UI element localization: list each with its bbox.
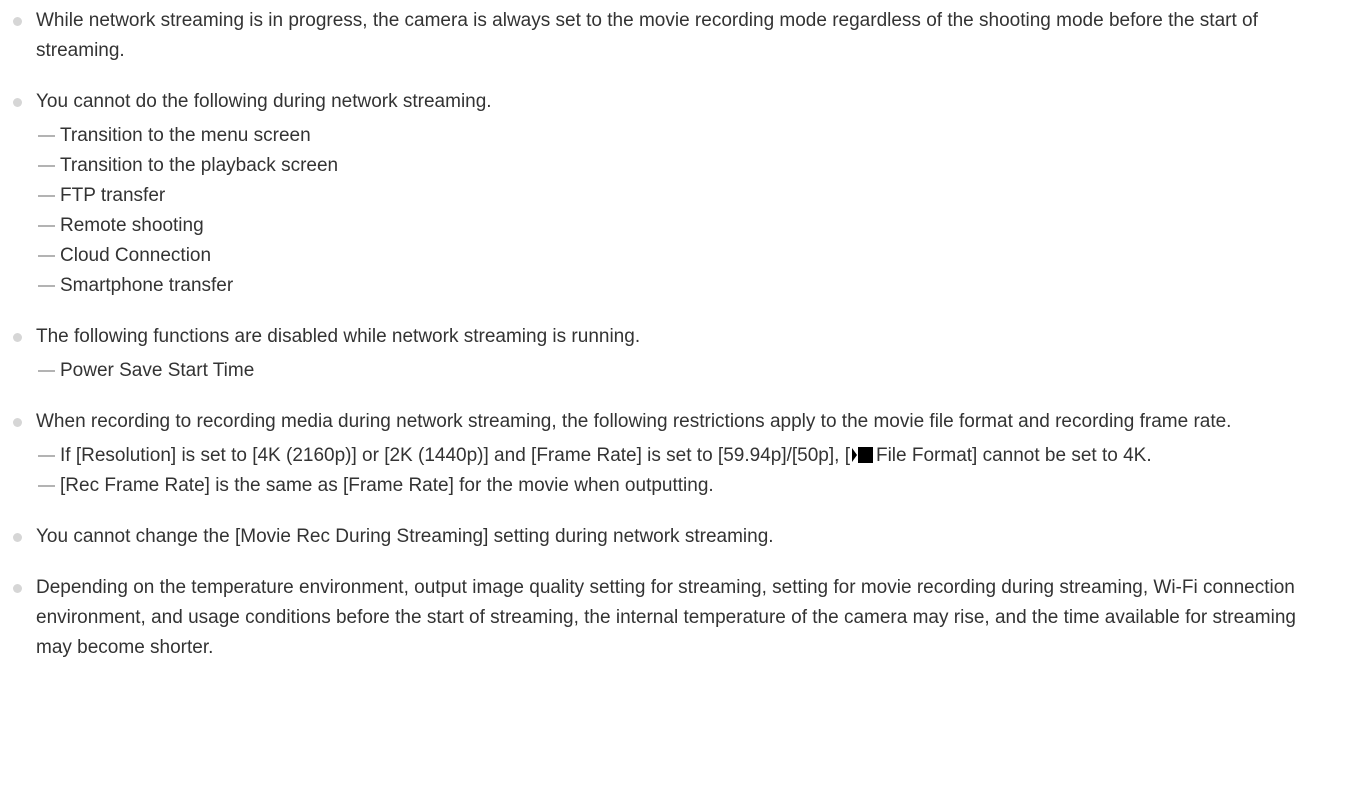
dash-icon bbox=[38, 195, 55, 197]
sub-text: Transition to the playback screen bbox=[60, 155, 339, 176]
sub-list: If [Resolution] is set to [4K (2160p)] o… bbox=[36, 441, 1337, 501]
note-item: You cannot change the [Movie Rec During … bbox=[0, 522, 1351, 552]
sub-list: Power Save Start Time bbox=[36, 356, 1337, 386]
note-text: You cannot do the following during netwo… bbox=[36, 91, 492, 112]
sub-text-after: File Format] cannot be set to 4K. bbox=[875, 445, 1152, 466]
dash-icon bbox=[38, 165, 55, 167]
sub-item: Power Save Start Time bbox=[36, 356, 1337, 386]
bullet-icon bbox=[13, 418, 22, 427]
sub-text: Power Save Start Time bbox=[60, 360, 255, 381]
dash-icon bbox=[38, 455, 55, 457]
note-item: Depending on the temperature environment… bbox=[0, 573, 1351, 663]
dash-icon bbox=[38, 285, 55, 287]
bullet-icon bbox=[13, 17, 22, 26]
note-text: While network streaming is in progress, … bbox=[36, 10, 1258, 61]
dash-icon bbox=[38, 370, 55, 372]
sub-text: FTP transfer bbox=[60, 185, 166, 206]
sub-item: FTP transfer bbox=[36, 181, 1337, 211]
note-item: While network streaming is in progress, … bbox=[0, 6, 1351, 66]
sub-text: Remote shooting bbox=[60, 215, 204, 236]
note-text: Depending on the temperature environment… bbox=[36, 577, 1296, 658]
note-text: The following functions are disabled whi… bbox=[36, 326, 641, 347]
note-text: When recording to recording media during… bbox=[36, 411, 1232, 432]
note-item: When recording to recording media during… bbox=[0, 407, 1351, 501]
sub-item: Transition to the menu screen bbox=[36, 121, 1337, 151]
sub-item: [Rec Frame Rate] is the same as [Frame R… bbox=[36, 471, 1337, 501]
bullet-icon bbox=[13, 333, 22, 342]
sub-text: Cloud Connection bbox=[60, 245, 212, 266]
sub-text: [Rec Frame Rate] is the same as [Frame R… bbox=[60, 475, 714, 496]
sub-text-before: If [Resolution] is set to [4K (2160p)] o… bbox=[60, 445, 850, 466]
dash-icon bbox=[38, 485, 55, 487]
bullet-icon bbox=[13, 584, 22, 593]
dash-icon bbox=[38, 225, 55, 227]
bullet-icon bbox=[13, 98, 22, 107]
sub-item: Transition to the playback screen bbox=[36, 151, 1337, 181]
dash-icon bbox=[38, 255, 55, 257]
notes-list: While network streaming is in progress, … bbox=[0, 0, 1351, 663]
dash-icon bbox=[38, 135, 55, 137]
note-text: You cannot change the [Movie Rec During … bbox=[36, 526, 774, 547]
note-item: You cannot do the following during netwo… bbox=[0, 87, 1351, 301]
sub-text: Transition to the menu screen bbox=[60, 125, 311, 146]
sub-list: Transition to the menu screen Transition… bbox=[36, 121, 1337, 301]
bullet-icon bbox=[13, 533, 22, 542]
sub-text: Smartphone transfer bbox=[60, 275, 234, 296]
sub-item: Remote shooting bbox=[36, 211, 1337, 241]
note-item: The following functions are disabled whi… bbox=[0, 322, 1351, 386]
movie-icon bbox=[851, 447, 873, 463]
sub-item: If [Resolution] is set to [4K (2160p)] o… bbox=[36, 441, 1337, 471]
sub-item: Cloud Connection bbox=[36, 241, 1337, 271]
sub-item: Smartphone transfer bbox=[36, 271, 1337, 301]
